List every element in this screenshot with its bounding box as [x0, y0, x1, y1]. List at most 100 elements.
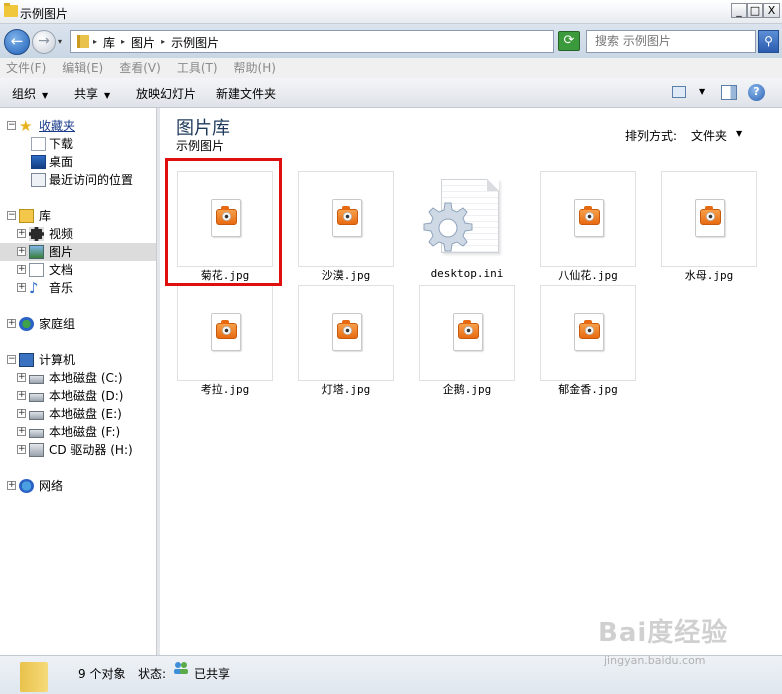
expand-icon[interactable]: + — [17, 427, 26, 436]
nav-documents[interactable]: + 文档 — [0, 261, 156, 279]
nav-drive-d[interactable]: + 本地磁盘 (D:) — [0, 387, 156, 405]
forward-button[interactable]: → — [32, 30, 56, 54]
computer-icon — [19, 353, 34, 367]
menu-tools[interactable]: 工具(T) — [177, 58, 218, 78]
nav-computer[interactable]: − 计算机 — [0, 351, 156, 369]
refresh-button[interactable]: ⟳ — [558, 31, 580, 51]
breadcrumb-separator[interactable]: ▸ — [161, 34, 165, 51]
nav-network[interactable]: + 网络 — [0, 477, 156, 495]
preview-pane-icon[interactable] — [721, 85, 737, 100]
camera-icon — [579, 320, 600, 339]
share-button[interactable]: 共享 ▼ — [74, 85, 110, 102]
nav-videos-label: 视频 — [49, 227, 74, 241]
nav-music[interactable]: + ♪ 音乐 — [0, 279, 156, 297]
minimize-button[interactable]: _ — [731, 3, 747, 18]
menu-view[interactable]: 查看(V) — [119, 58, 161, 78]
address-bar-area: ← → ▾ ▸ 库 ▸ 图片 ▸ 示例图片 ▾ ⟳ ⚲ — [0, 24, 782, 58]
camera-icon — [579, 206, 600, 225]
organize-button[interactable]: 组织 ▼ — [12, 85, 48, 102]
nav-favorites[interactable]: − ★ 收藏夹 — [0, 117, 156, 135]
file-item[interactable]: 沙漠.jpg — [298, 171, 394, 282]
address-box[interactable]: ▸ 库 ▸ 图片 ▸ 示例图片 ▾ — [70, 30, 612, 53]
maximize-button[interactable]: □ — [747, 3, 763, 18]
menu-help[interactable]: 帮助(H) — [234, 58, 276, 78]
file-name: 沙漠.jpg — [321, 269, 371, 282]
thumbnail — [540, 285, 636, 381]
thumbnail — [661, 171, 757, 267]
expand-icon[interactable]: + — [17, 445, 26, 454]
back-button[interactable]: ← — [4, 29, 30, 55]
file-name: 水母.jpg — [684, 269, 734, 282]
search-box[interactable] — [586, 30, 756, 53]
file-item[interactable]: 灯塔.jpg — [298, 285, 394, 396]
breadcrumb-sample-pictures[interactable]: 示例图片 — [171, 34, 219, 51]
close-button[interactable]: X — [763, 3, 780, 18]
nav-downloads[interactable]: 下载 — [0, 135, 156, 153]
nav-music-label: 音乐 — [49, 281, 74, 295]
breadcrumb-separator[interactable]: ▸ — [93, 34, 97, 51]
menu-bar: 文件(F) 编辑(E) 查看(V) 工具(T) 帮助(H) — [0, 58, 782, 78]
expand-icon[interactable]: + — [17, 229, 26, 238]
expand-icon[interactable]: + — [17, 247, 26, 256]
nav-homegroup[interactable]: + 家庭组 — [0, 315, 156, 333]
menu-file[interactable]: 文件(F) — [6, 58, 46, 78]
arrange-by-dropdown[interactable]: 文件夹 — [691, 127, 727, 144]
nav-drive-e[interactable]: + 本地磁盘 (E:) — [0, 405, 156, 423]
expand-icon[interactable]: + — [7, 481, 16, 490]
file-name: 企鹅.jpg — [442, 383, 492, 396]
chevron-down-icon: ▼ — [104, 91, 111, 100]
nav-computer-label: 计算机 — [39, 353, 76, 367]
search-input[interactable] — [587, 31, 752, 51]
breadcrumb-pictures[interactable]: 图片 — [131, 34, 155, 51]
file-item[interactable]: 郁金香.jpg — [540, 285, 636, 396]
nav-videos[interactable]: + 视频 — [0, 225, 156, 243]
collapse-icon[interactable]: − — [7, 211, 16, 220]
new-folder-button[interactable]: 新建文件夹 — [216, 85, 276, 102]
expand-icon[interactable]: + — [17, 409, 26, 418]
file-name: desktop.ini — [430, 267, 504, 280]
chevron-down-icon[interactable]: ▼ — [736, 129, 742, 138]
file-item[interactable]: 八仙花.jpg — [540, 171, 636, 282]
selection-highlight — [165, 158, 282, 286]
file-item[interactable]: desktop.ini — [419, 171, 515, 281]
search-icon[interactable]: ⚲ — [758, 30, 779, 53]
nav-desktop[interactable]: 桌面 — [0, 153, 156, 171]
expand-icon[interactable]: + — [17, 391, 26, 400]
breadcrumb-separator[interactable]: ▸ — [121, 34, 125, 51]
file-item[interactable]: 水母.jpg — [661, 171, 757, 282]
library-subtitle: 示例图片 — [176, 139, 225, 153]
downloads-icon — [31, 137, 46, 151]
slideshow-button[interactable]: 放映幻灯片 — [136, 85, 196, 102]
state-label: 状态: — [138, 667, 167, 681]
arrange-by-label: 排列方式: — [625, 129, 678, 143]
nav-drive-f[interactable]: + 本地磁盘 (F:) — [0, 423, 156, 441]
change-view-icon[interactable] — [672, 86, 686, 98]
expand-icon[interactable]: + — [17, 265, 26, 274]
help-icon[interactable]: ? — [748, 84, 765, 101]
chevron-down-icon[interactable]: ▼ — [699, 87, 705, 96]
file-item[interactable]: 考拉.jpg — [177, 285, 273, 396]
nav-drive-c[interactable]: + 本地磁盘 (C:) — [0, 369, 156, 387]
nav-pictures[interactable]: + 图片 — [0, 243, 156, 261]
file-name: 考拉.jpg — [200, 383, 250, 396]
collapse-icon[interactable]: − — [7, 355, 16, 364]
nav-recent[interactable]: 最近访问的位置 — [0, 171, 156, 189]
image-file-icon — [332, 313, 362, 351]
nav-libraries[interactable]: − 库 — [0, 207, 156, 225]
nav-drive-label: 本地磁盘 (C:) — [49, 371, 123, 385]
breadcrumb-library[interactable]: 库 — [103, 34, 115, 51]
expand-icon[interactable]: + — [7, 319, 16, 328]
collapse-icon[interactable]: − — [7, 121, 16, 130]
expand-icon[interactable]: + — [17, 283, 26, 292]
camera-icon — [337, 206, 358, 225]
folder-icon — [4, 3, 18, 17]
thumbnail — [298, 285, 394, 381]
recent-pages-dropdown[interactable]: ▾ — [58, 37, 62, 46]
nav-drive-h[interactable]: + CD 驱动器 (H:) — [0, 441, 156, 459]
file-item[interactable]: 企鹅.jpg — [419, 285, 515, 396]
folder-icon — [20, 662, 48, 692]
recent-places-icon — [31, 173, 46, 187]
drive-icon — [29, 375, 44, 384]
menu-edit[interactable]: 编辑(E) — [62, 58, 103, 78]
expand-icon[interactable]: + — [17, 373, 26, 382]
